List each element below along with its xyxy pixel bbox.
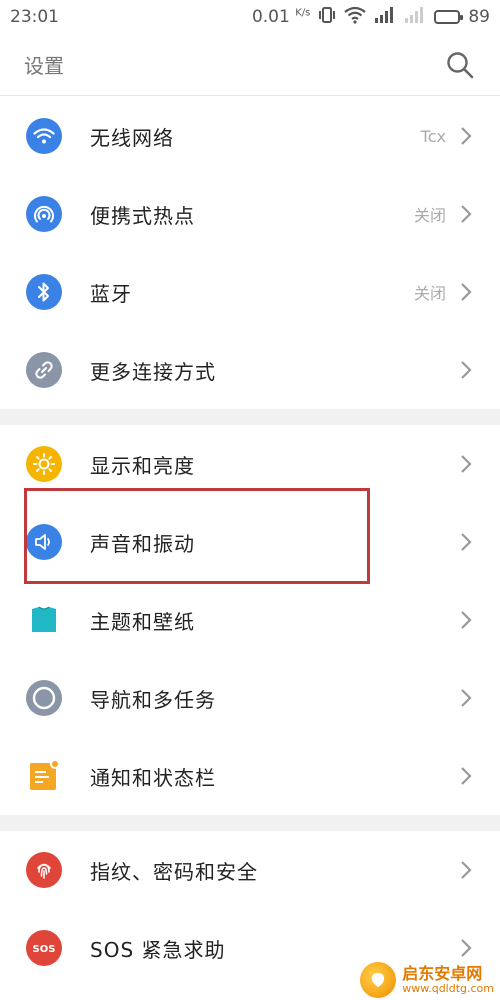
settings-item-label: 通知和状态栏 — [90, 765, 216, 790]
watermark: 启东安卓网 www.qdldtg.com — [360, 962, 494, 998]
settings-item-label: 更多连接方式 — [90, 359, 216, 384]
hotspot-icon — [26, 196, 62, 232]
chevron-right-icon — [461, 205, 472, 223]
network-speed: 0.01 K/s — [251, 7, 311, 27]
notification-icon — [26, 758, 62, 794]
settings-item-label: 无线网络 — [90, 125, 174, 150]
watermark-url: www.qdldtg.com — [402, 981, 494, 995]
signal-empty-icon — [404, 6, 426, 29]
sos-icon: SOS — [26, 930, 62, 966]
settings-item-hotspot[interactable]: 便携式热点 关闭 — [0, 175, 500, 253]
watermark-logo-icon — [360, 962, 397, 998]
settings-item-label: 便携式热点 — [90, 203, 195, 228]
settings-item-wifi[interactable]: 无线网络 Tcx — [0, 97, 500, 175]
chevron-right-icon — [461, 767, 472, 785]
settings-item-notifications[interactable]: 通知和状态栏 — [0, 737, 500, 815]
battery-indicator: 89 — [434, 7, 490, 27]
settings-item-label: 指纹、密码和安全 — [90, 859, 258, 884]
wifi-icon — [26, 118, 62, 154]
settings-item-theme[interactable]: 主题和壁纸 — [0, 581, 500, 659]
highlight-box — [24, 488, 370, 584]
app-header: 设置 — [0, 34, 500, 96]
chevron-right-icon — [461, 361, 472, 379]
section-divider — [0, 815, 500, 831]
shirt-icon — [26, 602, 62, 638]
chevron-right-icon — [461, 283, 472, 301]
status-icons: 0.01 K/s 89 — [252, 6, 490, 29]
search-button[interactable] — [444, 49, 476, 81]
fingerprint-icon — [26, 852, 62, 888]
chevron-right-icon — [461, 861, 472, 879]
bluetooth-icon — [26, 274, 62, 310]
settings-item-label: 主题和壁纸 — [90, 609, 195, 634]
link-icon — [26, 352, 62, 388]
status-time: 23:01 — [10, 7, 59, 27]
settings-group-connections: 无线网络 Tcx 便携式热点 关闭 蓝牙 关闭 更多连接方式 — [0, 97, 500, 409]
signal-icon — [374, 6, 396, 29]
chevron-right-icon — [461, 533, 472, 551]
page-title: 设置 — [24, 54, 64, 78]
section-divider — [0, 409, 500, 425]
settings-item-label: 显示和亮度 — [90, 453, 195, 478]
chevron-right-icon — [461, 939, 472, 957]
chevron-right-icon — [461, 689, 472, 707]
search-icon — [447, 51, 474, 78]
settings-item-navigation[interactable]: 导航和多任务 — [0, 659, 500, 737]
battery-percent: 89 — [468, 7, 490, 27]
battery-icon — [434, 10, 464, 24]
settings-item-value: Tcx — [420, 126, 446, 146]
settings-group-personalization: 显示和亮度 声音和振动 主题和壁纸 导航和多任务 通知和状态栏 — [0, 425, 500, 815]
vibrate-icon — [318, 6, 336, 29]
wifi-status-icon — [344, 6, 367, 29]
settings-item-value: 关闭 — [413, 206, 446, 225]
settings-item-fingerprint[interactable]: 指纹、密码和安全 — [0, 831, 500, 909]
settings-item-more-connections[interactable]: 更多连接方式 — [0, 331, 500, 409]
svg-text:SOS: SOS — [33, 944, 56, 955]
sun-icon — [26, 446, 62, 482]
chevron-right-icon — [461, 455, 472, 473]
navigation-icon — [26, 680, 62, 716]
watermark-name: 启东安卓网 — [402, 964, 483, 984]
settings-item-label: 导航和多任务 — [90, 687, 216, 712]
settings-item-label: SOS 紧急求助 — [90, 937, 226, 962]
chevron-right-icon — [461, 127, 472, 145]
chevron-right-icon — [461, 611, 472, 629]
settings-item-value: 关闭 — [413, 284, 446, 303]
status-bar: 23:01 0.01 K/s 89 — [0, 0, 500, 34]
settings-item-bluetooth[interactable]: 蓝牙 关闭 — [0, 253, 500, 331]
settings-item-label: 蓝牙 — [90, 281, 132, 306]
